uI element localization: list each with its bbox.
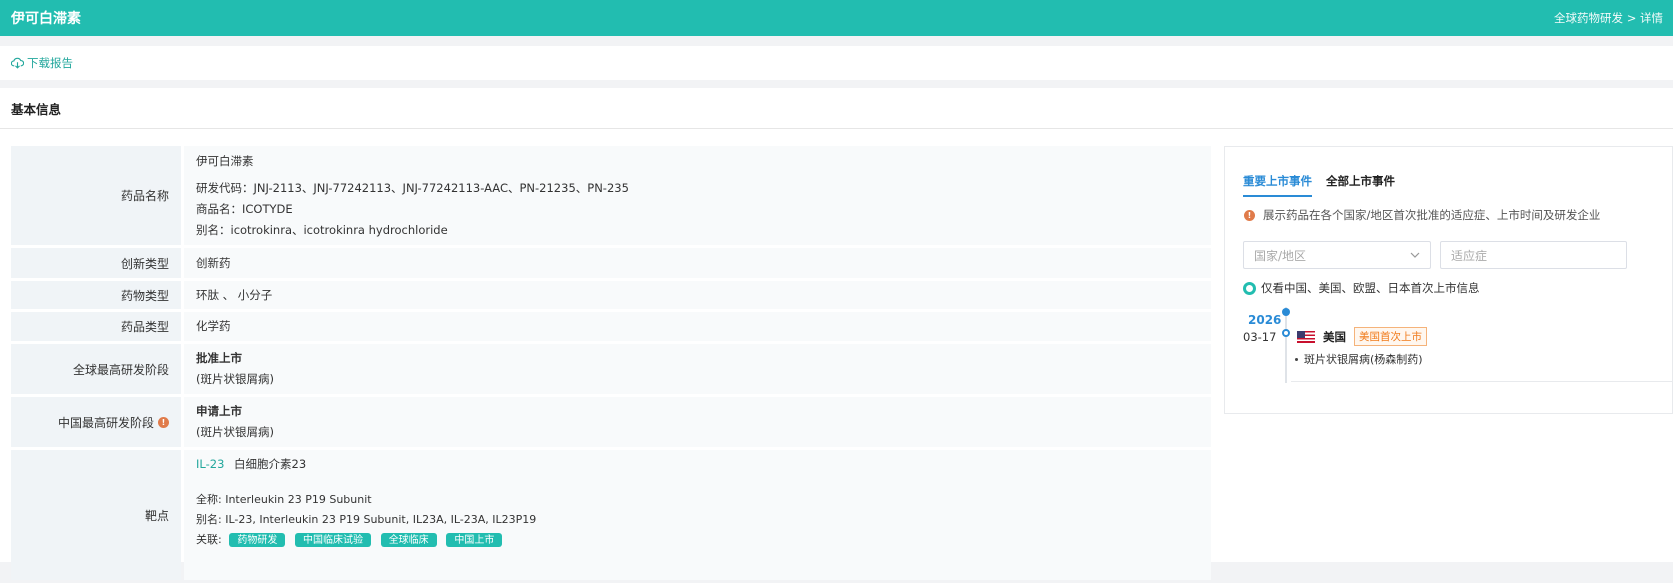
chevron-down-icon xyxy=(1410,252,1420,258)
timeline-dot xyxy=(1282,308,1290,316)
us-flag-icon xyxy=(1297,330,1315,343)
target-header: IL-23 白细胞介素23 xyxy=(196,454,1199,475)
drug-name: 伊可白滞素 xyxy=(196,153,254,168)
header-bar: 伊可白滞素 全球药物研发 > 详情 xyxy=(0,0,1673,36)
target-tags: 关联: 药物研发 中国临床试验 全球临床 中国上市 xyxy=(196,529,1199,550)
basic-info-section: 基本信息 药品名称 伊可白滞素 研发代码：JNJ-2113、JNJ-772421… xyxy=(0,88,1673,580)
row-value: 环肽 、 小分子 xyxy=(184,281,1211,309)
target-link[interactable]: IL-23 xyxy=(196,457,224,471)
download-label: 下载报告 xyxy=(27,56,73,70)
radio-icon[interactable] xyxy=(1243,281,1256,295)
info-icon: ! xyxy=(1244,209,1255,221)
target-tag[interactable]: 中国上市 xyxy=(446,533,503,547)
tab-all-events[interactable]: 全部上市事件 xyxy=(1326,173,1395,197)
event-country: 美国 美国首次上市 xyxy=(1297,327,1427,346)
row-label: 靶点 xyxy=(11,450,181,580)
target-fullname: 全称: Interleukin 23 P19 Subunit xyxy=(196,493,372,506)
china-stage-note: (斑片状银屑病) xyxy=(196,425,274,439)
indication-input[interactable]: 适应症 xyxy=(1440,241,1627,269)
country-name: 美国 xyxy=(1323,329,1346,344)
info-row-global-stage: 全球最高研发阶段 批准上市 (斑片状银屑病) xyxy=(11,344,1211,394)
target-tag[interactable]: 中国临床试验 xyxy=(295,533,372,547)
bullet-icon xyxy=(1295,357,1298,361)
only-major-checkbox[interactable]: 仅看中国、美国、欧盟、日本首次上市信息 xyxy=(1243,280,1480,296)
country-select[interactable]: 国家/地区 xyxy=(1243,241,1431,269)
checkbox-label: 仅看中国、美国、欧盟、日本首次上市信息 xyxy=(1261,281,1480,295)
info-row-category: 药品类型 化学药 xyxy=(11,312,1211,341)
info-row-drug-name: 药品名称 伊可白滞素 研发代码：JNJ-2113、JNJ-77242113、JN… xyxy=(11,146,1211,245)
target-tags-label: 关联: xyxy=(196,533,222,546)
china-stage: 申请上市 xyxy=(196,404,242,418)
event-tabs: 重要上市事件 全部上市事件 xyxy=(1243,173,1395,197)
event-indication: 斑片状银屑病(杨森制药) xyxy=(1295,351,1423,367)
target-tag[interactable]: 全球临床 xyxy=(380,533,437,547)
divider xyxy=(1291,381,1673,382)
row-label: 药品名称 xyxy=(11,146,181,245)
row-value: 伊可白滞素 研发代码：JNJ-2113、JNJ-77242113、JNJ-772… xyxy=(184,146,1211,245)
timeline-line xyxy=(1285,307,1287,383)
info-row-china-stage: 中国最高研发阶段 ! 申请上市 (斑片状银屑病) xyxy=(11,397,1211,447)
indication-text: 斑片状银屑病(杨森制药) xyxy=(1304,353,1423,366)
trade-name: 商品名：ICOTYDE xyxy=(196,201,293,216)
row-value: 申请上市 (斑片状银屑病) xyxy=(184,397,1211,447)
notice: ! 展示药品在各个国家/地区首次批准的适应症、上市时间及研发企业 xyxy=(1244,207,1600,223)
info-row-target: 靶点 IL-23 白细胞介素23 全称: Interleukin 23 P19 … xyxy=(11,450,1211,580)
row-value: IL-23 白细胞介素23 全称: Interleukin 23 P19 Sub… xyxy=(184,450,1211,580)
target-name: 白细胞介素23 xyxy=(234,457,307,471)
action-bar: 下载报告 xyxy=(0,46,1673,80)
market-events-panel: 重要上市事件 全部上市事件 ! 展示药品在各个国家/地区首次批准的适应症、上市时… xyxy=(1224,146,1673,414)
row-label: 创新类型 xyxy=(11,248,181,278)
row-value: 批准上市 (斑片状银屑病) xyxy=(184,344,1211,394)
row-label: 全球最高研发阶段 xyxy=(11,344,181,394)
first-launch-badge: 美国首次上市 xyxy=(1354,327,1427,346)
timeline-dot xyxy=(1282,329,1290,337)
global-stage-note: (斑片状银屑病) xyxy=(196,372,274,386)
row-label: 药物类型 xyxy=(11,281,181,309)
row-label: 中国最高研发阶段 ! xyxy=(11,397,181,447)
section-title: 基本信息 xyxy=(0,88,1673,129)
info-row-innovation: 创新类型 创新药 xyxy=(11,248,1211,278)
info-row-substance: 药物类型 环肽 、 小分子 xyxy=(11,281,1211,309)
row-value: 创新药 xyxy=(184,248,1211,278)
notice-text: 展示药品在各个国家/地区首次批准的适应症、上市时间及研发企业 xyxy=(1263,208,1601,222)
china-stage-label: 中国最高研发阶段 xyxy=(57,415,154,430)
row-label: 药品类型 xyxy=(11,312,181,341)
global-stage: 批准上市 xyxy=(196,351,242,365)
event-date: 03-17 xyxy=(1243,330,1277,344)
breadcrumb[interactable]: 全球药物研发 > 详情 xyxy=(1554,10,1663,26)
event-year: 2026 xyxy=(1248,313,1282,327)
cloud-download-icon xyxy=(11,57,24,69)
target-alias: 别名: IL-23, Interleukin 23 P19 Subunit, I… xyxy=(196,513,537,526)
row-value: 化学药 xyxy=(184,312,1211,341)
rd-code: 研发代码：JNJ-2113、JNJ-77242113、JNJ-77242113-… xyxy=(196,180,629,195)
info-table: 药品名称 伊可白滞素 研发代码：JNJ-2113、JNJ-77242113、JN… xyxy=(11,146,1211,583)
tab-key-events[interactable]: 重要上市事件 xyxy=(1243,173,1312,197)
target-tag[interactable]: 药物研发 xyxy=(229,533,286,547)
info-icon[interactable]: ! xyxy=(158,416,169,428)
download-report-button[interactable]: 下载报告 xyxy=(11,55,73,71)
select-placeholder: 国家/地区 xyxy=(1254,248,1307,263)
page-title: 伊可白滞素 xyxy=(11,11,81,27)
alias: 别名：icotrokinra、icotrokinra hydrochloride xyxy=(196,222,448,237)
